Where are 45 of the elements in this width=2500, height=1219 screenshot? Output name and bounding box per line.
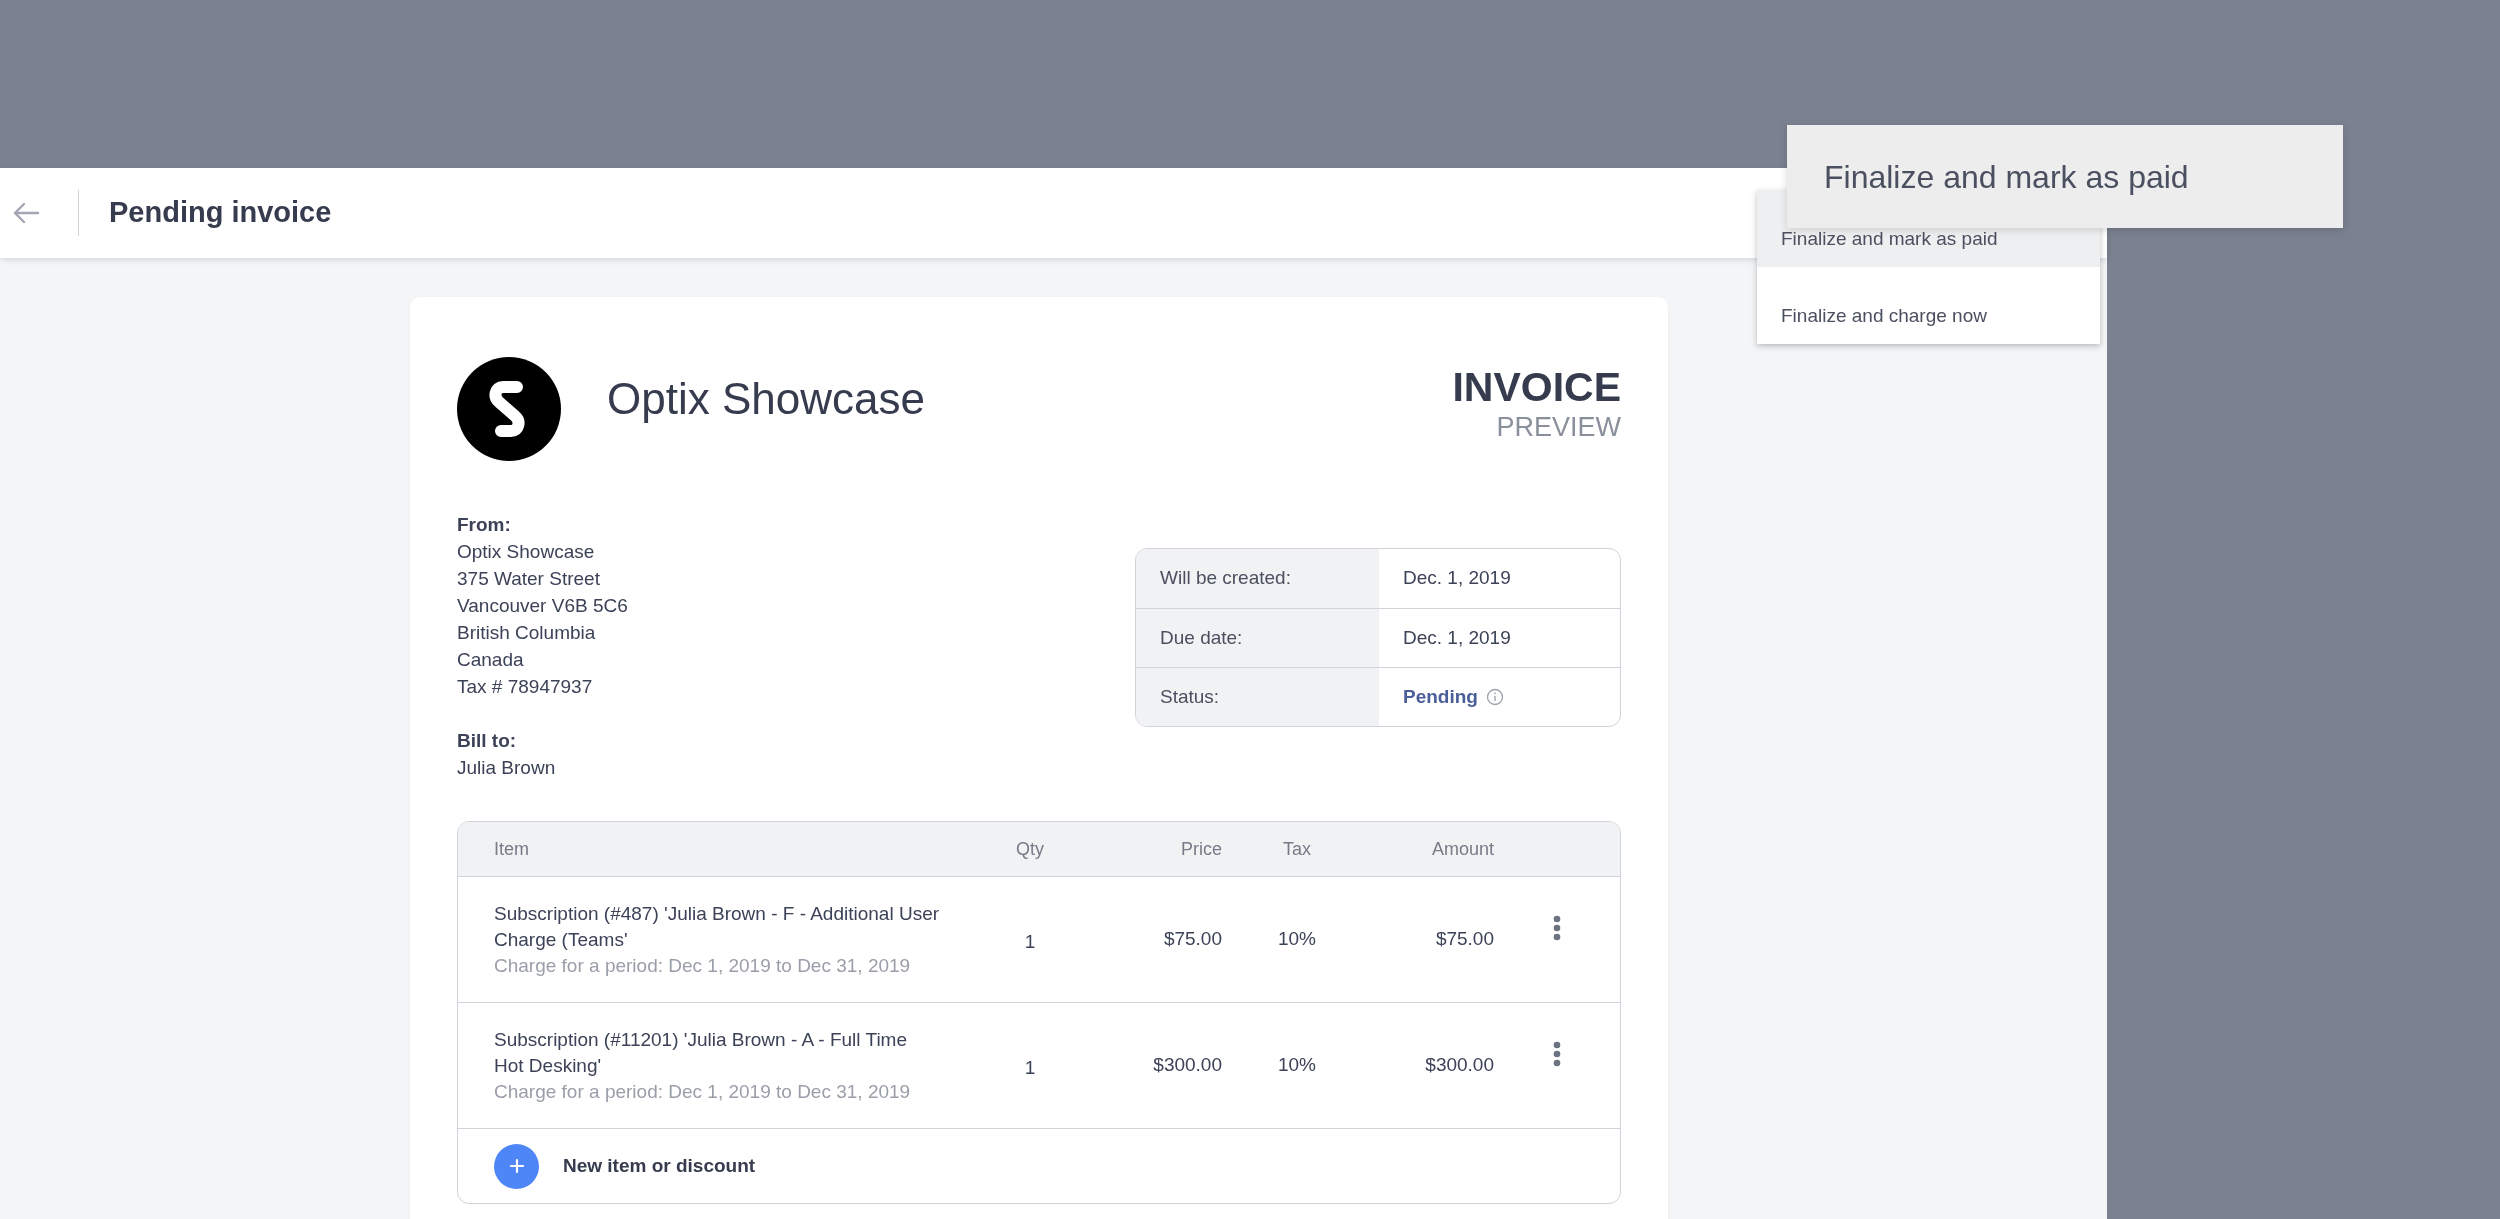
- customer-name: Julia Brown: [457, 756, 557, 780]
- more-options-icon[interactable]: [1553, 915, 1561, 941]
- price-cell-text: $300.00: [1153, 1053, 1222, 1078]
- item-description: Charge for a period: Dec 1, 2019 to Dec 31, 2019: [494, 953, 912, 978]
- address-line: Tax # 78947937: [457, 675, 594, 699]
- address-line: 375 Water Street: [457, 567, 601, 591]
- address-line: Vancouver V6B 5C6: [457, 594, 628, 618]
- column-header: Item: [493, 837, 529, 861]
- tooltip: Finalize and mark as paid: [1787, 125, 2343, 228]
- from-label: From:: [457, 513, 512, 537]
- plus-icon: [508, 1158, 525, 1174]
- column-header: Amount: [1431, 837, 1494, 861]
- item-name: Subscription (#487) 'Julia Brown - F - Additional User Charge (Teams': [494, 901, 940, 952]
- column-header: Qty: [1016, 837, 1044, 861]
- detail-value: Dec. 1, 2019: [1402, 566, 1512, 591]
- tax-cell-text: 10%: [1278, 927, 1316, 952]
- detail-label: Due date:: [1160, 625, 1243, 650]
- company-name: Optix Showcase: [607, 373, 925, 425]
- address-line: Canada: [457, 648, 525, 672]
- item-name: Subscription (#11201) 'Julia Brown - A - Full Time Hot Desking': [494, 1027, 908, 1078]
- add-item-label[interactable]: New item or discount: [563, 1151, 756, 1181]
- address-line: Optix Showcase: [457, 540, 596, 564]
- address-line: British Columbia: [457, 621, 597, 645]
- status-value: Pending: [1403, 684, 1478, 709]
- column-header: Tax: [1283, 837, 1311, 861]
- amount-cell-text: $300.00: [1425, 1053, 1494, 1078]
- invoice-subtitle: PREVIEW: [1496, 411, 1621, 443]
- detail-value: Dec. 1, 2019: [1402, 625, 1512, 650]
- info-icon[interactable]: [1485, 688, 1504, 706]
- column-header: Price: [1181, 837, 1222, 861]
- page-title: Pending invoice: [109, 195, 332, 231]
- qty-cell-text: 1: [1024, 930, 1036, 955]
- tax-cell-text: 10%: [1278, 1053, 1316, 1078]
- detail-label: Will be created:: [1160, 566, 1291, 591]
- invoice-title: INVOICE: [1452, 363, 1621, 411]
- bill-to-label: Bill to:: [457, 729, 518, 753]
- menu-item[interactable]: Finalize and charge now: [1757, 267, 2100, 344]
- amount-cell-text: $75.00: [1435, 927, 1494, 952]
- more-options-icon[interactable]: [1553, 1041, 1561, 1067]
- price-cell-text: $75.00: [1163, 927, 1222, 952]
- add-item-button[interactable]: [494, 1143, 539, 1189]
- item-description: Charge for a period: Dec 1, 2019 to Dec 31, 2019: [494, 1079, 912, 1104]
- back-arrow-icon[interactable]: [12, 201, 40, 225]
- qty-cell-text: 1: [1024, 1056, 1036, 1081]
- detail-label: Status:: [1160, 684, 1220, 709]
